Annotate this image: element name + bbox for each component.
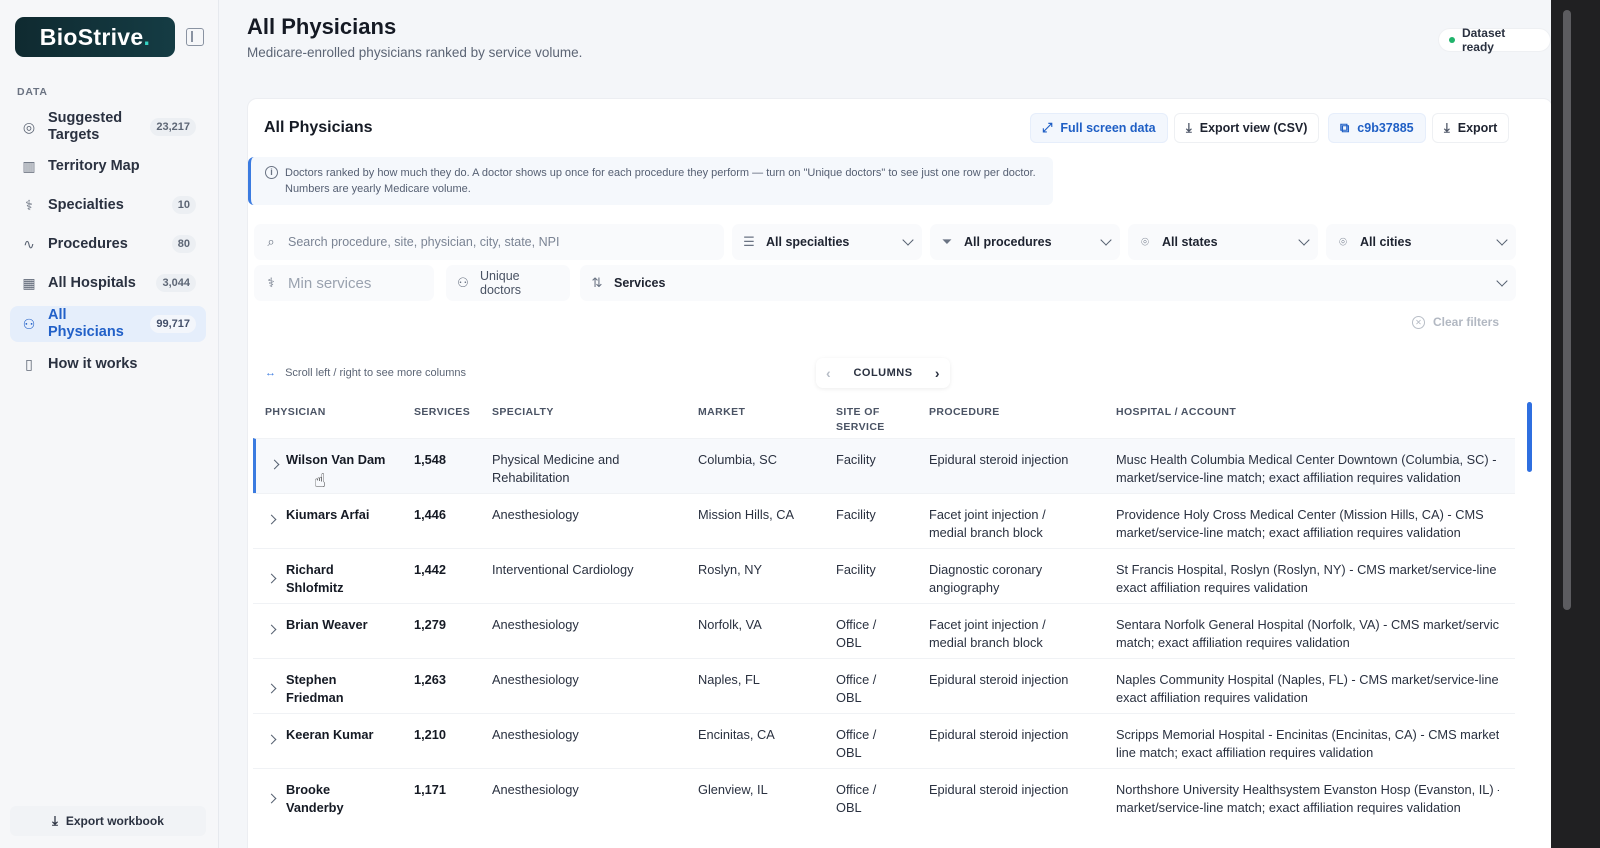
export-button[interactable]: ⤓ Export: [1432, 113, 1510, 143]
sidebar-item-count: 99,717: [150, 315, 196, 333]
info-banner: i Doctors ranked by how much they do. A …: [248, 157, 1053, 205]
sidebar-item-count: 80: [171, 235, 196, 253]
sidebar-collapse-icon[interactable]: [186, 28, 204, 46]
sidebar-item-procedures[interactable]: ∿ Procedures 80: [10, 230, 206, 258]
table-row[interactable]: Keeran Kumar 1,210 Anesthesiology Encini…: [253, 713, 1515, 768]
column-header-market[interactable]: MARKET: [698, 405, 745, 420]
column-header-procedure[interactable]: PROCEDURE: [929, 405, 1000, 420]
sliders-icon: ☰: [743, 234, 755, 249]
table-row[interactable]: Richard Shlofmitz 1,442 Interventional Ca…: [253, 548, 1515, 603]
stethoscope-icon: ⚕: [267, 275, 275, 290]
page-title: All Physicians: [247, 14, 397, 39]
dataset-status-badge: Dataset ready: [1438, 26, 1551, 54]
sidebar: BioStrive. DATA ◎ Suggested Targets 23,2…: [0, 0, 219, 848]
info-icon: i: [265, 166, 278, 179]
chevron-right-icon[interactable]: [266, 514, 277, 525]
sidebar-item-specialties[interactable]: ⚕ Specialties 10: [10, 191, 206, 219]
procedures-select[interactable]: ⏷ All procedures: [930, 224, 1120, 260]
sidebar-item-all-physicians[interactable]: ⚇ All Physicians 99,717: [10, 306, 206, 342]
expand-icon: ⤢: [1042, 120, 1053, 135]
map-pin-icon: ⌾: [1141, 234, 1149, 249]
close-icon: ✕: [1412, 315, 1425, 329]
download-icon: ⤓: [1186, 120, 1192, 135]
table-row[interactable]: Brooke Vanderby 1,171 Anesthesiology Glen…: [253, 768, 1515, 823]
stethoscope-icon: ⚕: [25, 196, 33, 213]
chevron-right-icon[interactable]: [266, 624, 277, 635]
brand-logo[interactable]: BioStrive.: [15, 17, 175, 57]
table-row[interactable]: Brian Weaver 1,279 Anesthesiology Norfol…: [253, 603, 1515, 658]
pulse-icon: ∿: [23, 235, 35, 252]
cities-select[interactable]: ⌾ All cities: [1326, 224, 1516, 260]
export-view-csv-button[interactable]: ⤓ Export view (CSV): [1174, 113, 1320, 143]
chevron-right-icon[interactable]: [266, 573, 277, 584]
table-scrollbar[interactable]: [1527, 402, 1532, 472]
physicians-table: ↔ Scroll left / right to see more column…: [253, 355, 1515, 848]
users-icon: ⚇: [22, 315, 36, 332]
column-header-services[interactable]: SERVICES: [414, 405, 470, 420]
chevron-down-icon: [902, 234, 914, 246]
download-icon: ⤓: [1444, 120, 1450, 135]
column-header-site-of-service[interactable]: SITE OF SERVICE: [836, 405, 885, 435]
map-icon: ▥: [22, 157, 36, 174]
chevron-right-icon[interactable]: [266, 793, 277, 804]
filter-icon: ⏷: [941, 234, 953, 249]
map-pin-icon: ⌾: [1339, 234, 1347, 249]
sidebar-item-suggested-targets[interactable]: ◎ Suggested Targets 23,217: [10, 109, 206, 145]
users-icon: ⚇: [457, 275, 469, 290]
states-select[interactable]: ⌾ All states: [1128, 224, 1318, 260]
min-services-input[interactable]: ⚕ Min services: [254, 265, 434, 301]
table-row[interactable]: Kiumars Arfai 1,446 Anesthesiology Missi…: [253, 493, 1515, 548]
unique-doctors-toggle[interactable]: ⚇ Unique doctors: [446, 265, 570, 301]
chevron-right-icon[interactable]: ›: [935, 365, 940, 381]
page-subtitle: Medicare-enrolled physicians ranked by s…: [247, 45, 583, 60]
app-window: BioStrive. DATA ◎ Suggested Targets 23,2…: [0, 0, 1553, 848]
table-row[interactable]: Stephen Friedman 1,263 Anesthesiology Nap…: [253, 658, 1515, 713]
sort-icon: ⇅: [591, 275, 603, 290]
table-row[interactable]: Wilson Van Dam 1,548 Physical Medicine a…: [253, 438, 1515, 493]
building-icon: ▦: [22, 274, 36, 291]
sidebar-item-count: 23,217: [150, 118, 196, 136]
chevron-right-icon[interactable]: [266, 734, 277, 745]
export-workbook-button[interactable]: ⤓ Export workbook: [10, 806, 206, 836]
chevron-down-icon: [1298, 234, 1310, 246]
chevron-right-icon[interactable]: [266, 683, 277, 694]
status-dot-icon: [1449, 37, 1455, 43]
columns-navigator: ‹ COLUMNS ›: [816, 358, 950, 388]
card-title: All Physicians: [264, 119, 373, 136]
column-header-physician[interactable]: PHYSICIAN: [265, 405, 326, 420]
sidebar-item-count: 10: [171, 196, 196, 214]
physicians-card: All Physicians ⤢ Full screen data ⤓ Expo…: [247, 98, 1553, 848]
hand-cursor-icon: ☝: [314, 471, 326, 492]
scroll-hint: ↔ Scroll left / right to see more column…: [265, 367, 467, 379]
clear-filters-button[interactable]: ✕ Clear filters: [1412, 315, 1499, 329]
sidebar-item-count: 3,044: [156, 274, 196, 292]
sidebar-item-how-it-works[interactable]: ▯ How it works: [10, 350, 206, 378]
full-screen-data-button[interactable]: ⤢ Full screen data: [1030, 113, 1168, 143]
chevron-down-icon: [1100, 234, 1112, 246]
book-icon: ▯: [25, 355, 33, 372]
window-scrollbar-thumb[interactable]: [1563, 10, 1571, 610]
horizontal-arrows-icon: ↔: [265, 367, 276, 379]
chevron-left-icon[interactable]: ‹: [826, 365, 831, 381]
target-icon: ◎: [22, 118, 36, 135]
window-scrollbar[interactable]: [1551, 0, 1600, 848]
copy-icon: ⧉: [1340, 120, 1350, 135]
sort-select[interactable]: ⇅ Services: [580, 265, 1516, 301]
copy-hash-button[interactable]: ⧉ c9b37885: [1328, 113, 1426, 143]
search-input[interactable]: ⌕ Search procedure, site, physician, cit…: [254, 224, 724, 260]
specialties-select[interactable]: ☰ All specialties: [732, 224, 922, 260]
download-icon: ⤓: [52, 813, 58, 828]
column-header-hospital[interactable]: HOSPITAL / ACCOUNT: [1116, 405, 1236, 420]
chevron-right-icon[interactable]: [269, 459, 280, 470]
sidebar-section-label: DATA: [17, 86, 48, 98]
search-icon: ⌕: [267, 234, 275, 249]
chevron-down-icon: [1496, 234, 1508, 246]
sidebar-item-territory-map[interactable]: ▥ Territory Map: [10, 152, 206, 180]
chevron-down-icon: [1496, 275, 1508, 287]
column-header-specialty[interactable]: SPECIALTY: [492, 405, 554, 420]
sidebar-item-all-hospitals[interactable]: ▦ All Hospitals 3,044: [10, 269, 206, 297]
